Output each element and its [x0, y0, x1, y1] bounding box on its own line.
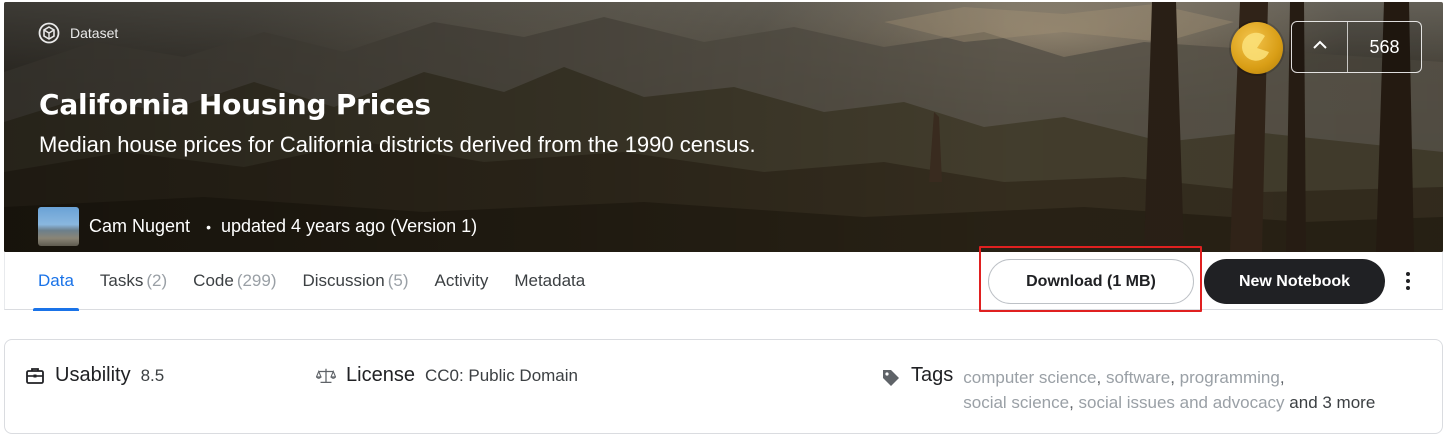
author-name[interactable]: Cam Nugent [89, 216, 190, 237]
updated-text: updated 4 years ago (Version 1) [220, 216, 478, 236]
tag-link[interactable]: software [1106, 368, 1170, 387]
usability-icon [25, 366, 45, 386]
tab-data[interactable]: Data [29, 252, 83, 311]
usability-label: Usability [55, 364, 131, 386]
tab-label: Discussion [302, 271, 385, 290]
tab-list: Data Tasks (2) Code (299) Discussion (5)… [29, 252, 602, 311]
tag-icon [881, 368, 901, 388]
tab-count: (5) [387, 271, 409, 290]
usability-value: 8.5 [140, 366, 165, 385]
tab-label: Metadata [514, 271, 586, 290]
tab-count: (2) [146, 271, 168, 290]
license-value[interactable]: CC0: Public Domain [425, 366, 578, 386]
author-row: Cam Nugent • updated 4 years ago (Versio… [38, 207, 477, 246]
tag-link[interactable]: social science [963, 393, 1069, 412]
tags-label: Tags [911, 364, 954, 386]
gold-medal-icon [1231, 22, 1283, 74]
dataset-title: California Housing Prices [39, 88, 431, 121]
dataset-subtitle: Median house prices for California distr… [39, 132, 756, 157]
vote-count: 568 [1369, 36, 1400, 57]
tab-code[interactable]: Code (299) [184, 252, 285, 310]
scales-icon [316, 366, 336, 386]
upvote-button[interactable] [1292, 22, 1348, 72]
tab-metadata[interactable]: Metadata [505, 252, 594, 310]
tag-link[interactable]: computer science [963, 368, 1096, 387]
chevron-up-icon [1312, 38, 1328, 56]
more-tags-link[interactable]: and 3 more [1289, 393, 1375, 412]
tab-label: Activity [434, 271, 489, 290]
tag-list: computer science, software, programming,… [963, 368, 1376, 412]
dataset-chip-label: Dataset [70, 25, 119, 41]
tab-label: Data [38, 271, 74, 290]
tag-link[interactable]: social issues and advocacy [1079, 393, 1285, 412]
tab-count: (299) [236, 271, 277, 290]
tags-item: Tags computer science, software, program… [881, 364, 1433, 415]
tab-label: Code [193, 271, 234, 290]
upvote-widget: 568 [1291, 21, 1422, 73]
tab-discussion[interactable]: Discussion (5) [294, 252, 418, 310]
license-item: License CC0: Public Domain [316, 364, 578, 387]
tab-activity[interactable]: Activity [425, 252, 497, 310]
tab-label: Tasks [99, 271, 144, 290]
avatar[interactable] [38, 207, 79, 246]
dataset-type-chip: Dataset [38, 22, 118, 44]
dataset-header-banner: Dataset California Housing Prices Median… [4, 2, 1443, 252]
usability-item: Usability 8.5 [25, 364, 164, 387]
download-button[interactable]: Download (1 MB) [988, 259, 1194, 304]
dataset-icon [38, 22, 60, 44]
tag-link[interactable]: programming [1180, 368, 1280, 387]
new-notebook-button[interactable]: New Notebook [1204, 259, 1385, 304]
separator-dot: • [206, 218, 211, 235]
dataset-info-card: Usability 8.5 License CC0: Public Domain… [4, 339, 1443, 434]
license-label: License [346, 364, 415, 386]
more-vert-icon[interactable] [1397, 266, 1419, 296]
tab-tasks[interactable]: Tasks (2) [91, 252, 176, 310]
